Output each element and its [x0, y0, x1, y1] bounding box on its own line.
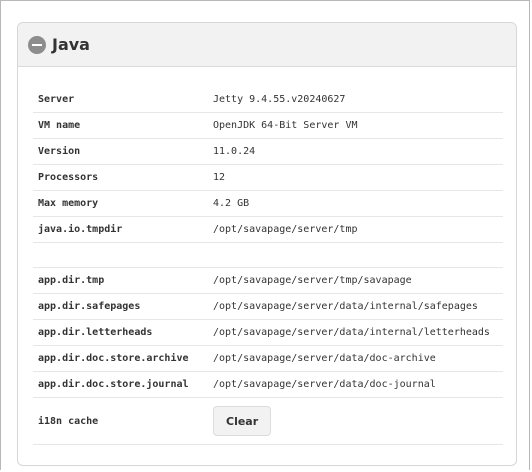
- row-value: /opt/savapage/server/tmp: [208, 216, 503, 243]
- row-value: Jetty 9.4.55.v20240627: [208, 87, 503, 113]
- row-key: app.dir.tmp: [33, 267, 208, 294]
- table-row: Processors 12: [33, 164, 503, 191]
- row-key: VM name: [33, 112, 208, 139]
- row-value: 12: [208, 164, 503, 191]
- spacer-cell: [33, 242, 208, 268]
- table-row: Max memory 4.2 GB: [33, 190, 503, 217]
- i18n-cache-actions: Clear: [208, 397, 503, 445]
- panel-body: Server Jetty 9.4.55.v20240627 VM name Op…: [18, 67, 516, 445]
- table-row: java.io.tmpdir /opt/savapage/server/tmp: [33, 216, 503, 243]
- table-row: Version 11.0.24: [33, 138, 503, 165]
- row-value: /opt/savapage/server/data/internal/lette…: [208, 319, 503, 346]
- row-key: Server: [33, 87, 208, 113]
- row-key: Version: [33, 138, 208, 165]
- row-key: Max memory: [33, 190, 208, 217]
- row-value: /opt/savapage/server/data/doc-archive: [208, 345, 503, 372]
- table-row: app.dir.safepages /opt/savapage/server/d…: [33, 293, 503, 320]
- clear-cache-button[interactable]: Clear: [213, 406, 272, 436]
- panel-title: Java: [52, 35, 90, 54]
- table-row: i18n cache Clear: [33, 397, 503, 445]
- minus-circle-icon[interactable]: [28, 35, 46, 54]
- spacer-cell: [208, 242, 503, 268]
- row-key: Processors: [33, 164, 208, 191]
- page-frame: Java Server Jetty 9.4.55.v20240627 VM na…: [0, 0, 530, 470]
- row-value: OpenJDK 64-Bit Server VM: [208, 112, 503, 139]
- row-key: app.dir.doc.store.journal: [33, 371, 208, 398]
- row-key: app.dir.safepages: [33, 293, 208, 320]
- table-row: app.dir.tmp /opt/savapage/server/tmp/sav…: [33, 267, 503, 294]
- table-row: Server Jetty 9.4.55.v20240627: [33, 87, 503, 113]
- table-row: app.dir.doc.store.journal /opt/savapage/…: [33, 371, 503, 398]
- row-value: 4.2 GB: [208, 190, 503, 217]
- row-value: /opt/savapage/server/data/internal/safep…: [208, 293, 503, 320]
- row-value: /opt/savapage/server/tmp/savapage: [208, 267, 503, 294]
- java-info-table: Server Jetty 9.4.55.v20240627 VM name Op…: [33, 87, 503, 445]
- row-key: app.dir.doc.store.archive: [33, 345, 208, 372]
- java-panel: Java Server Jetty 9.4.55.v20240627 VM na…: [17, 22, 517, 466]
- row-value: /opt/savapage/server/data/doc-journal: [208, 371, 503, 398]
- table-row: VM name OpenJDK 64-Bit Server VM: [33, 112, 503, 139]
- java-panel-header[interactable]: Java: [18, 23, 516, 67]
- row-value: 11.0.24: [208, 138, 503, 165]
- row-key: java.io.tmpdir: [33, 216, 208, 243]
- i18n-cache-label: i18n cache: [33, 397, 208, 445]
- table-row: app.dir.letterheads /opt/savapage/server…: [33, 319, 503, 346]
- spacer-row: [33, 242, 503, 268]
- row-key: app.dir.letterheads: [33, 319, 208, 346]
- table-row: app.dir.doc.store.archive /opt/savapage/…: [33, 345, 503, 372]
